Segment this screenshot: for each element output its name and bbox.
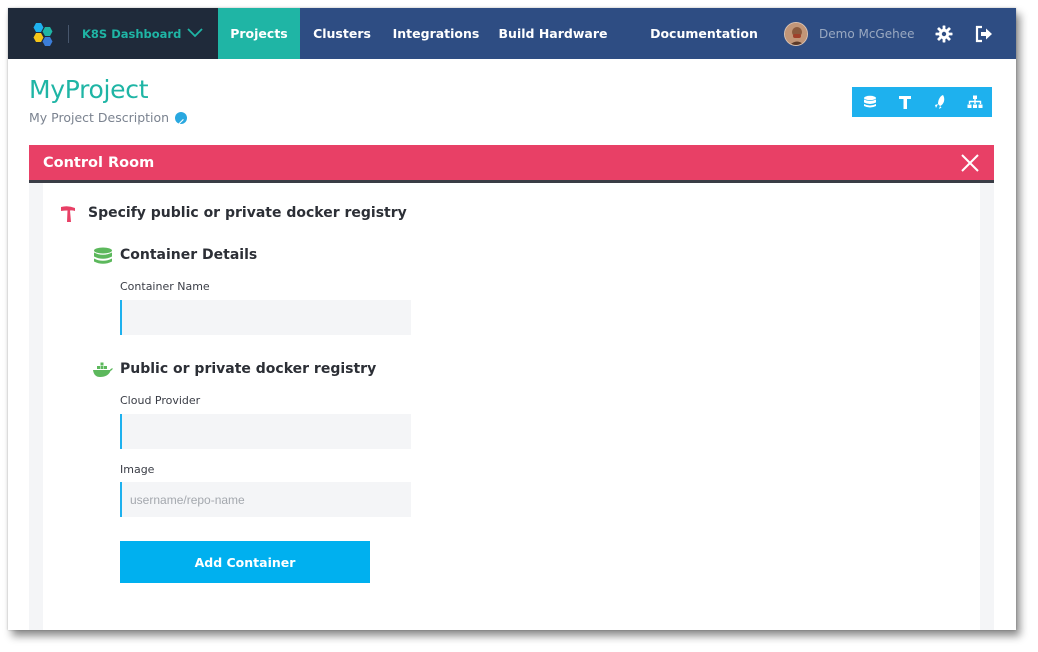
hammer-icon (61, 206, 75, 222)
user-name: Demo McGehee (819, 27, 915, 41)
page-title: MyProject (29, 75, 149, 104)
nav-documentation[interactable]: Documentation (648, 8, 760, 59)
hexagon-logo-icon (33, 23, 53, 46)
cloud-provider-label: Cloud Provider (120, 394, 201, 407)
panel-title: Control Room (43, 155, 155, 171)
image-input[interactable] (120, 482, 411, 517)
nav-projects[interactable]: Projects (218, 8, 300, 59)
image-label: Image (120, 463, 155, 476)
nav-clusters[interactable]: Clusters (304, 8, 380, 59)
container-name-input[interactable] (120, 300, 411, 335)
toolbar-topology-button[interactable] (957, 87, 992, 117)
pencil-icon (178, 119, 184, 125)
control-room-header: Control Room (29, 145, 994, 183)
app-window: K8S Dashboard Projects Clusters Integrat… (8, 8, 1016, 630)
database-icon (863, 95, 876, 108)
cloud-provider-input[interactable] (120, 414, 411, 449)
hammer-icon (898, 96, 911, 109)
logout-icon[interactable] (974, 24, 994, 44)
avatar (784, 22, 808, 46)
project-toolbar (852, 87, 992, 117)
rocket-icon (934, 95, 944, 109)
brand-name: K8S Dashboard (82, 27, 182, 41)
nav-build-hardware[interactable]: Build Hardware (498, 8, 608, 59)
registry-section-title: Public or private docker registry (120, 361, 377, 377)
docker-whale-icon (93, 362, 113, 377)
project-description: My Project Description (29, 110, 170, 125)
chevron-down-icon[interactable] (186, 24, 204, 42)
toolbar-build-button[interactable] (887, 87, 922, 117)
brand-area[interactable]: K8S Dashboard (8, 8, 218, 59)
database-icon (94, 247, 112, 264)
nav-integrations[interactable]: Integrations (392, 8, 480, 59)
container-name-label: Container Name (120, 280, 210, 293)
toolbar-database-button[interactable] (852, 87, 887, 117)
close-icon[interactable] (959, 152, 981, 174)
sitemap-icon (967, 95, 982, 108)
avatar-portrait-icon (785, 23, 807, 45)
edit-description-icon[interactable] (175, 112, 187, 125)
step-title: Specify public or private docker registr… (88, 205, 407, 221)
gear-icon[interactable] (934, 24, 954, 44)
toolbar-deploy-button[interactable] (922, 87, 957, 117)
container-details-title: Container Details (120, 247, 258, 263)
add-container-button[interactable]: Add Container (120, 541, 370, 583)
brand-divider (68, 25, 69, 43)
top-navbar: K8S Dashboard Projects Clusters Integrat… (8, 8, 1016, 59)
